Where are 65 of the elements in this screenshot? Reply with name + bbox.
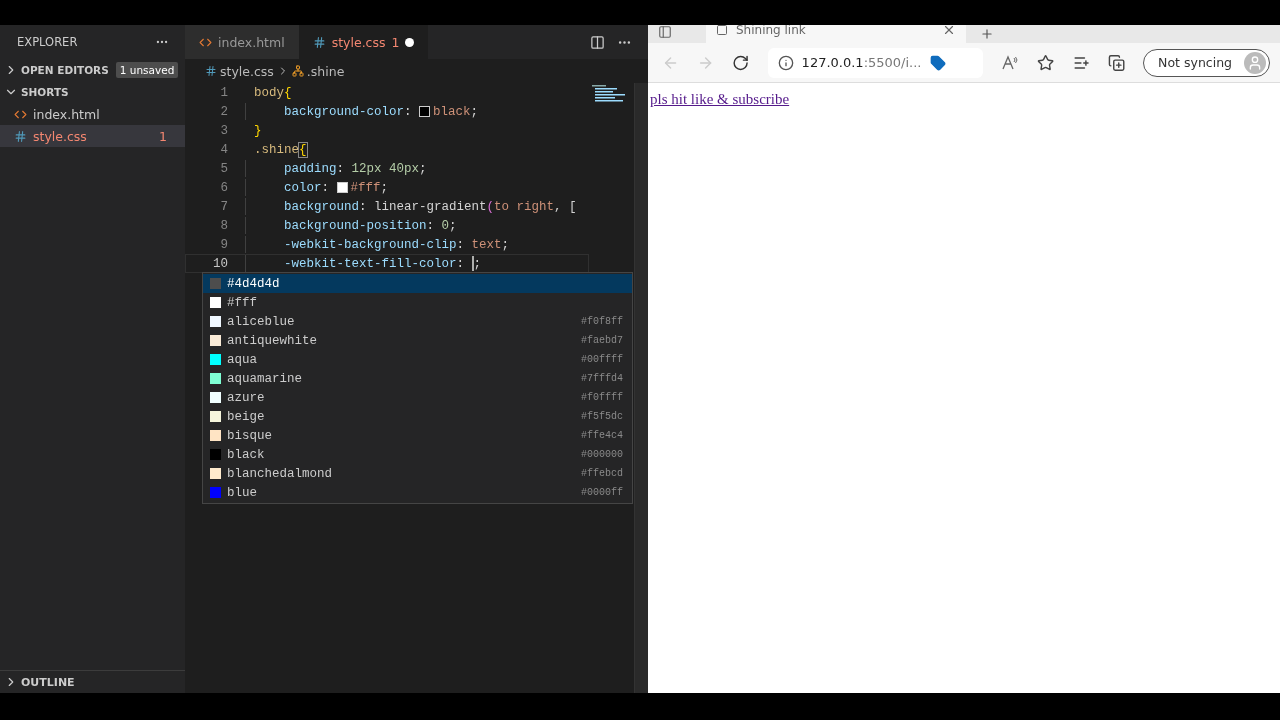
hash-icon [205, 65, 217, 77]
profile-button[interactable]: Not syncing [1143, 48, 1270, 77]
line-number: 10 [212, 256, 228, 271]
suggestion-item[interactable]: blue #0000ff [203, 483, 632, 502]
file-item[interactable]: index.html [0, 103, 185, 125]
split-editor-icon[interactable] [590, 34, 605, 50]
line-number: 6 [219, 180, 228, 195]
line-number: 3 [219, 123, 228, 138]
code-line: background-color: black; [284, 104, 479, 119]
explorer-title: EXPLORER [17, 35, 78, 49]
code-line: padding: 12px 40px; [284, 161, 427, 176]
outline-header[interactable]: OUTLINE [0, 670, 185, 693]
page-link[interactable]: pls hit like & subscribe [650, 91, 790, 107]
address-bar[interactable]: 127.0.0.1:5500/i... [767, 47, 984, 78]
suggestion-item[interactable]: black #000000 [203, 445, 632, 464]
suggestion-item[interactable]: aliceblue #f0f8ff [203, 312, 632, 331]
symbol-icon [291, 65, 304, 77]
suggestion-item[interactable]: aqua #00ffff [203, 350, 632, 369]
line-number: 8 [219, 218, 228, 233]
code-line: background-position: 0; [284, 218, 457, 233]
suggestion-item[interactable]: aquamarine #7fffd4 [203, 369, 632, 388]
code-line: body{ [254, 85, 292, 100]
collections-icon[interactable] [1107, 53, 1126, 72]
breadcrumb-symbol[interactable]: .shine [306, 63, 345, 79]
line-number: 1 [219, 85, 228, 100]
code-line: background: linear-gradient(to right, [ [284, 199, 577, 214]
info-icon [777, 54, 794, 71]
code-line: .shine{ [254, 142, 307, 157]
suggestion-item[interactable]: antiquewhite #faebd7 [203, 331, 632, 350]
page-icon [716, 25, 728, 36]
read-aloud-icon[interactable] [1001, 53, 1020, 72]
suggestion-item[interactable]: blanchedalmond #ffebcd [203, 464, 632, 483]
unsaved-badge: 1 unsaved [115, 62, 179, 78]
scrollbar[interactable] [634, 83, 648, 693]
browser-tab[interactable]: Shining link [706, 25, 966, 43]
line-number: 2 [219, 104, 228, 119]
close-icon[interactable] [942, 25, 956, 37]
code-line: color: #fff; [284, 180, 389, 195]
line-number: 7 [219, 199, 228, 214]
line-number: 5 [219, 161, 228, 176]
reload-icon[interactable] [732, 53, 750, 72]
new-tab-icon[interactable] [980, 27, 994, 41]
add-favorite-icon[interactable] [1037, 53, 1055, 72]
file-item[interactable]: style.css 1 [0, 125, 185, 147]
section-header[interactable]: OPEN EDITORS 1 unsaved [0, 59, 185, 81]
suggestion-item[interactable]: beige #f5f5dc [203, 407, 632, 426]
hash-icon [14, 129, 27, 143]
breadcrumb-file[interactable]: style.css [220, 63, 274, 79]
avatar-icon [1244, 51, 1266, 74]
suggestion-item[interactable]: #4d4d4d [203, 274, 632, 293]
suggestion-item[interactable]: bisque #ffe4c4 [203, 426, 632, 445]
suggestion-item[interactable]: #fff [203, 293, 632, 312]
tab-actions-icon[interactable] [658, 25, 672, 39]
editor-tab[interactable]: style.css 1 [298, 25, 429, 59]
code-line: } [254, 123, 262, 138]
line-number: 4 [219, 142, 228, 157]
section-header[interactable]: SHORTS [0, 81, 185, 103]
code-line: -webkit-text-fill-color: ; [284, 256, 482, 271]
editor-tab[interactable]: index.html [185, 25, 299, 59]
code-line: -webkit-background-clip: text; [284, 237, 510, 252]
line-number: 9 [219, 237, 228, 252]
suggestion-item[interactable]: azure #f0ffff [203, 388, 632, 407]
tag-icon[interactable] [929, 54, 946, 71]
hash-icon [312, 35, 326, 49]
unsaved-dot-icon [405, 37, 415, 47]
